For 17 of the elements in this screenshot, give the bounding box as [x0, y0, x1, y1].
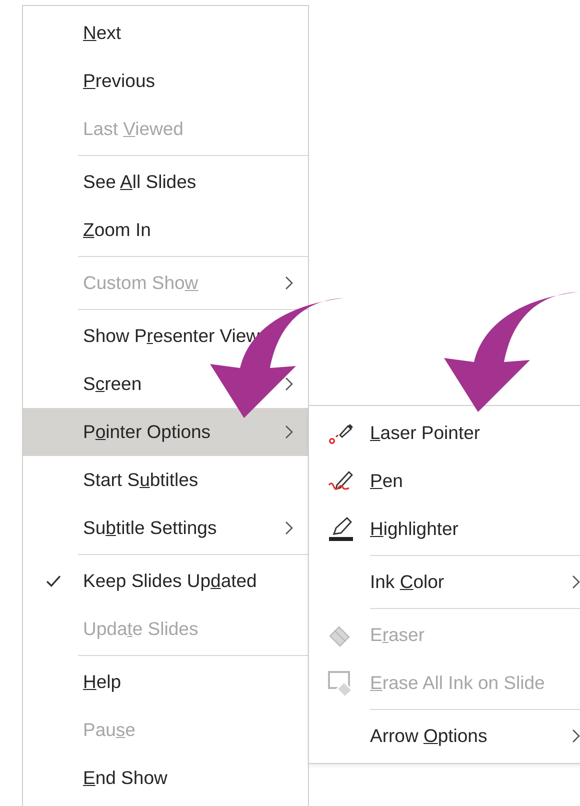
- menu-item[interactable]: Previous: [23, 57, 308, 105]
- menu-item[interactable]: Start Subtitles: [23, 456, 308, 504]
- menu-item[interactable]: Highlighter: [309, 505, 580, 553]
- menu-item[interactable]: Arrow Options: [309, 712, 580, 760]
- menu-item[interactable]: Next: [23, 9, 308, 57]
- menu-item[interactable]: Screen: [23, 360, 308, 408]
- menu-item[interactable]: Pen: [309, 457, 580, 505]
- menu-item[interactable]: Laser Pointer: [309, 409, 580, 457]
- menu-item[interactable]: Subtitle Settings: [23, 504, 308, 552]
- menu-item[interactable]: Keep Slides Updated: [23, 557, 308, 605]
- menu-item[interactable]: Help: [23, 658, 308, 706]
- highlighter-icon: [327, 515, 355, 543]
- menu-item[interactable]: Ink Color: [309, 558, 580, 606]
- menu-item[interactable]: End Show: [23, 754, 308, 802]
- menu-item[interactable]: Pointer Options: [23, 408, 308, 456]
- menu-item[interactable]: See All Slides: [23, 158, 308, 206]
- menu-item[interactable]: Zoom In: [23, 206, 308, 254]
